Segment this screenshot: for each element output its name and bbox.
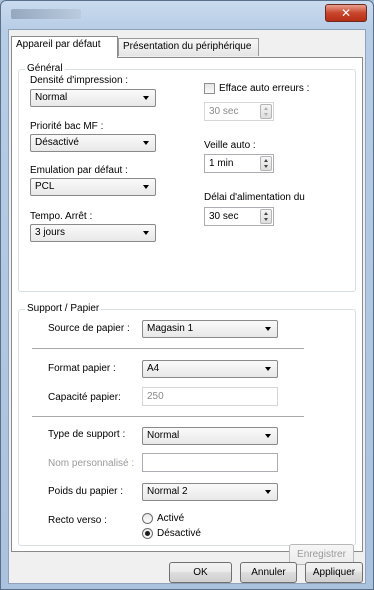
chevron-down-icon (143, 185, 149, 189)
separator (32, 348, 304, 349)
apply-button[interactable]: Appliquer (305, 562, 363, 583)
auto-sleep-label: Veille auto : (204, 140, 256, 151)
chevron-down-icon (264, 165, 268, 168)
paper-capacity-field: 250 (142, 387, 278, 406)
cancel-button-label: Annuler (251, 567, 286, 578)
cancel-button[interactable]: Annuler (240, 562, 297, 583)
density-value: Normal (35, 92, 68, 103)
paper-weight-select[interactable]: Normal 2 (142, 483, 278, 501)
density-select[interactable]: Normal (30, 89, 156, 107)
paper-weight-label: Poids du papier : (48, 486, 124, 497)
apply-button-label: Appliquer (312, 567, 356, 578)
dialog-client-area: Appareil par défaut Présentation du péri… (8, 29, 366, 584)
media-type-select[interactable]: Normal (142, 427, 278, 445)
paper-format-label: Format papier : (48, 363, 116, 374)
tab-label: Appareil par défaut (16, 39, 101, 50)
dialog-window: ✕ Appareil par défaut Présentation du pé… (0, 0, 374, 590)
chevron-down-icon (143, 141, 149, 145)
duplex-off-radio[interactable] (142, 528, 153, 539)
feed-delay-label: Délai d'alimentation du (204, 192, 305, 203)
auto-sleep-value: 1 min (209, 158, 234, 169)
auto-sleep-spinner[interactable]: 1 min (204, 154, 274, 173)
chevron-down-icon (264, 218, 268, 221)
media-type-value: Normal (147, 430, 180, 441)
tab-device-presentation[interactable]: Présentation du périphérique (118, 38, 259, 56)
spinner-buttons[interactable] (260, 104, 272, 119)
feed-delay-spinner[interactable]: 30 sec (204, 207, 274, 226)
auto-error-clear-checkbox[interactable] (204, 83, 215, 94)
mf-tray-value: Désactivé (35, 137, 79, 148)
chevron-down-icon (265, 367, 271, 371)
density-label: Densité d'impression : (30, 75, 129, 86)
ok-button[interactable]: OK (169, 562, 232, 583)
save-button-label: Enregistrer (297, 549, 346, 560)
sleep-timer-value: 3 jours (35, 227, 66, 238)
paper-format-select[interactable]: A4 (142, 360, 278, 378)
spinner-buttons[interactable] (260, 156, 272, 171)
mf-tray-select[interactable]: Désactivé (30, 134, 156, 152)
paper-source-select[interactable]: Magasin 1 (142, 320, 278, 338)
separator (32, 416, 304, 417)
chevron-up-icon (264, 107, 268, 110)
chevron-down-icon (265, 490, 271, 494)
duplex-on-label: Activé (157, 513, 185, 524)
title-bar: ✕ (1, 1, 373, 29)
general-group: Général Densité d'impression : Normal Pr… (18, 63, 356, 292)
duplex-label: Recto verso : (48, 515, 107, 526)
duplex-off-label: Désactivé (157, 528, 201, 539)
close-icon: ✕ (340, 6, 352, 20)
paper-capacity-label: Capacité papier: (48, 392, 121, 403)
sleep-timer-label: Tempo. Arrêt : (30, 211, 93, 222)
close-button[interactable]: ✕ (325, 4, 367, 22)
spinner-buttons[interactable] (260, 209, 272, 224)
window-title (11, 9, 81, 19)
tab-default-device[interactable]: Appareil par défaut (11, 36, 118, 58)
feed-delay-value: 30 sec (209, 211, 239, 222)
paper-capacity-value: 250 (147, 391, 164, 402)
paper-weight-value: Normal 2 (147, 486, 188, 497)
chevron-up-icon (264, 212, 268, 215)
tab-label: Présentation du périphérique (123, 41, 252, 52)
paper-format-value: A4 (147, 363, 160, 374)
chevron-down-icon (143, 231, 149, 235)
chevron-down-icon (265, 327, 271, 331)
paper-support-group: Support / Papier Source de papier : Maga… (18, 303, 356, 546)
media-type-label: Type de support : (48, 429, 126, 440)
emulation-select[interactable]: PCL (30, 178, 156, 196)
ok-button-label: OK (193, 567, 208, 578)
chevron-up-icon (264, 159, 268, 162)
chevron-down-icon (264, 113, 268, 116)
mf-tray-label: Priorité bac MF : (30, 121, 104, 132)
custom-name-label: Nom personnalisé : (48, 458, 135, 469)
custom-name-field[interactable] (142, 453, 278, 472)
auto-error-clear-spinner[interactable]: 30 sec (204, 102, 274, 121)
sleep-timer-select[interactable]: 3 jours (30, 224, 156, 242)
emulation-value: PCL (35, 181, 55, 192)
general-legend: Général (25, 63, 65, 75)
tab-panel-default-device: Général Densité d'impression : Normal Pr… (11, 57, 363, 565)
paper-support-legend: Support / Papier (25, 303, 102, 315)
chevron-down-icon (143, 96, 149, 100)
paper-source-value: Magasin 1 (147, 323, 194, 334)
paper-source-label: Source de papier : (48, 323, 130, 334)
emulation-label: Emulation par défaut : (30, 165, 128, 176)
duplex-on-radio[interactable] (142, 513, 153, 524)
auto-error-clear-value: 30 sec (209, 106, 239, 117)
auto-error-clear-label: Efface auto erreurs : (219, 83, 310, 94)
chevron-down-icon (265, 434, 271, 438)
